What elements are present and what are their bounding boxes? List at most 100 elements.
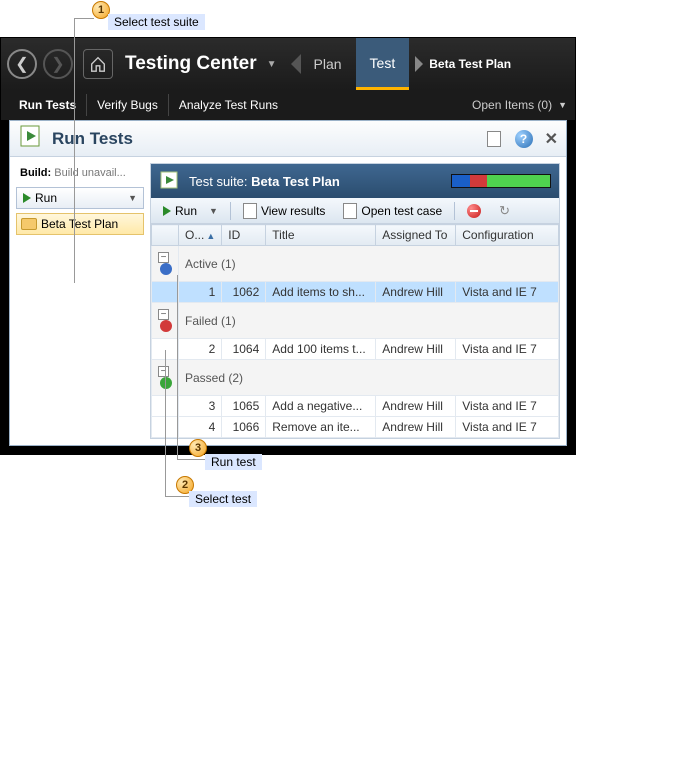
- status-active-icon: [160, 263, 172, 275]
- toolbar-open-label: Open test case: [361, 204, 442, 218]
- col-config[interactable]: Configuration: [456, 225, 559, 246]
- callout-label-2: Select test: [189, 491, 257, 507]
- group-row-passed[interactable]: − Passed (2): [152, 360, 559, 396]
- group-label: Passed (2): [179, 360, 559, 396]
- toolbar-open-test-case[interactable]: Open test case: [337, 201, 448, 221]
- row-title: Remove an ite...: [266, 417, 376, 438]
- grid-toolbar: Run ▼ View results Open test case ↻: [151, 198, 559, 224]
- document-icon: [243, 203, 257, 219]
- stop-icon: [467, 204, 481, 218]
- row-assigned: Andrew Hill: [376, 282, 456, 303]
- home-button[interactable]: [83, 49, 113, 79]
- row-id: 1062: [222, 282, 266, 303]
- table-row[interactable]: 3 1065 Add a negative... Andrew Hill Vis…: [152, 396, 559, 417]
- row-assigned: Andrew Hill: [376, 339, 456, 360]
- row-assigned: Andrew Hill: [376, 396, 456, 417]
- suite-name: Beta Test Plan: [251, 174, 340, 189]
- row-id: 1066: [222, 417, 266, 438]
- chevron-down-icon: ▼: [209, 206, 218, 216]
- back-button[interactable]: ❮: [7, 49, 37, 79]
- toolbar-run-button[interactable]: Run ▼: [157, 202, 224, 220]
- row-title: Add items to sh...: [266, 282, 376, 303]
- open-items-dropdown[interactable]: Open Items (0) ▼: [472, 98, 567, 112]
- breadcrumb-test[interactable]: Test: [356, 38, 410, 90]
- chevron-down-icon: ▼: [558, 100, 567, 110]
- sidebar-suite-label: Beta Test Plan: [41, 217, 118, 231]
- group-label: Active (1): [179, 246, 559, 282]
- row-num: 2: [179, 339, 222, 360]
- row-title: Add 100 items t...: [266, 339, 376, 360]
- chevron-right-icon: [415, 56, 423, 72]
- breadcrumb-plan[interactable]: Plan: [300, 38, 356, 90]
- collapse-icon[interactable]: −: [158, 309, 169, 320]
- breadcrumb-plan-name[interactable]: Beta Test Plan: [409, 38, 531, 90]
- sub-nav: Run Tests Verify Bugs Analyze Test Runs …: [1, 90, 575, 120]
- tests-grid: O...▲ ID Title Assigned To Configuration…: [151, 224, 559, 438]
- new-item-icon[interactable]: [485, 130, 503, 148]
- row-assigned: Andrew Hill: [376, 417, 456, 438]
- row-num: 3: [179, 396, 222, 417]
- toolbar-view-results[interactable]: View results: [237, 201, 331, 221]
- row-num: 4: [179, 417, 222, 438]
- refresh-icon: ↻: [499, 203, 510, 219]
- main-grid-panel: Test suite: Beta Test Plan Run ▼: [150, 163, 560, 439]
- app-title: Testing Center: [125, 53, 257, 75]
- subnav-analyze[interactable]: Analyze Test Runs: [169, 94, 288, 116]
- title-dropdown-icon[interactable]: ▼: [267, 59, 277, 70]
- row-config: Vista and IE 7: [456, 282, 559, 303]
- row-config: Vista and IE 7: [456, 396, 559, 417]
- toolbar-stop-button[interactable]: [461, 202, 487, 220]
- subnav-run-tests[interactable]: Run Tests: [9, 94, 87, 116]
- group-row-active[interactable]: − Active (1): [152, 246, 559, 282]
- row-num: 1: [179, 282, 222, 303]
- group-label: Failed (1): [179, 303, 559, 339]
- toolbar-run-label: Run: [175, 204, 197, 218]
- chevron-down-icon: ▼: [128, 193, 137, 203]
- row-config: Vista and IE 7: [456, 339, 559, 360]
- callout-label-1: Select test suite: [108, 14, 205, 30]
- build-row: Build: Build unavail...: [16, 163, 144, 183]
- col-title[interactable]: Title: [266, 225, 376, 246]
- row-config: Vista and IE 7: [456, 417, 559, 438]
- plan-name-label: Beta Test Plan: [429, 57, 517, 71]
- row-id: 1065: [222, 396, 266, 417]
- col-id[interactable]: ID: [222, 225, 266, 246]
- col-order[interactable]: O...▲: [179, 225, 222, 246]
- suite-icon: [159, 169, 181, 194]
- callout-label-3: Run test: [205, 454, 262, 470]
- forward-button[interactable]: ❯: [43, 49, 73, 79]
- panel-title: Run Tests: [52, 129, 133, 149]
- table-row[interactable]: 4 1066 Remove an ite... Andrew Hill Vist…: [152, 417, 559, 438]
- suite-prefix: Test suite:: [189, 174, 251, 189]
- table-row[interactable]: 1 1062 Add items to sh... Andrew Hill Vi…: [152, 282, 559, 303]
- group-row-failed[interactable]: − Failed (1): [152, 303, 559, 339]
- play-icon: [23, 193, 31, 203]
- run-tests-panel: Run Tests ? ✕ Build: Build unavail... Ru…: [9, 120, 567, 446]
- collapse-icon[interactable]: −: [158, 366, 169, 377]
- status-failed-icon: [160, 320, 172, 332]
- toolbar-refresh-button[interactable]: ↻: [493, 201, 516, 221]
- help-icon[interactable]: ?: [515, 130, 533, 148]
- progress-bar: [451, 174, 551, 188]
- col-expand[interactable]: [152, 225, 179, 246]
- sidebar-suite-item[interactable]: Beta Test Plan: [16, 213, 144, 235]
- row-id: 1064: [222, 339, 266, 360]
- play-icon: [163, 206, 171, 216]
- run-tests-icon: [18, 123, 44, 154]
- status-passed-icon: [160, 377, 172, 389]
- folder-icon: [21, 218, 37, 230]
- close-panel-icon[interactable]: ✕: [545, 129, 558, 149]
- app-window: ▬ ▢ ✕ ❮ ❯ Testing Center ▼ Plan Test Bet…: [0, 37, 576, 455]
- table-row[interactable]: 2 1064 Add 100 items t... Andrew Hill Vi…: [152, 339, 559, 360]
- document-icon: [343, 203, 357, 219]
- row-title: Add a negative...: [266, 396, 376, 417]
- title-bar: ❮ ❯ Testing Center ▼ Plan Test Beta Test…: [1, 38, 575, 90]
- sidebar-run-dropdown[interactable]: Run ▼: [16, 187, 144, 209]
- run-label: Run: [35, 191, 57, 205]
- open-items-label: Open Items (0): [472, 98, 552, 112]
- collapse-icon[interactable]: −: [158, 252, 169, 263]
- subnav-verify-bugs[interactable]: Verify Bugs: [87, 94, 169, 116]
- col-assigned[interactable]: Assigned To: [376, 225, 456, 246]
- sidebar: Build: Build unavail... Run ▼ Beta Test …: [16, 163, 144, 439]
- toolbar-view-label: View results: [261, 204, 325, 218]
